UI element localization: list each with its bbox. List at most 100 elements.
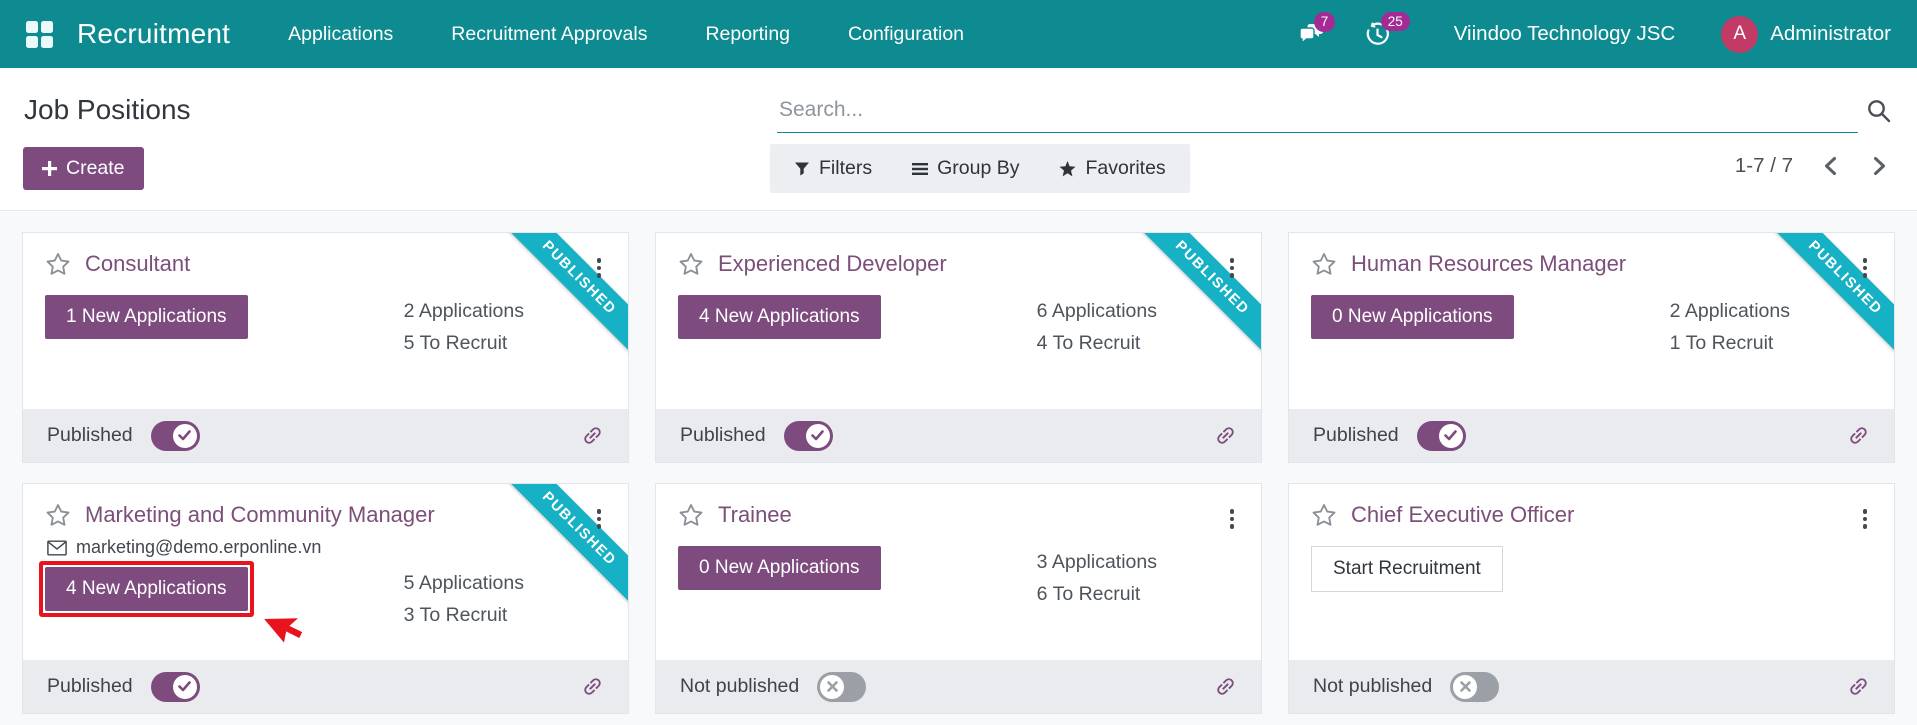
- menu-recruitment-approvals[interactable]: Recruitment Approvals: [451, 23, 647, 46]
- check-icon: [172, 674, 197, 699]
- job-title-link[interactable]: Experienced Developer: [718, 251, 947, 277]
- new-applications-button[interactable]: 4 New Applications: [45, 567, 248, 611]
- app-brand-title[interactable]: Recruitment: [77, 18, 230, 50]
- messages-button[interactable]: 7: [1298, 12, 1336, 46]
- tutorial-highlight-box: 4 New Applications: [39, 561, 302, 643]
- kebab-menu-icon[interactable]: [1227, 255, 1238, 281]
- favorites-label: Favorites: [1085, 157, 1166, 179]
- kanban-grid: PUBLISHED Consultant 1 New Applications …: [22, 232, 1895, 714]
- apps-menu-icon[interactable]: [26, 20, 53, 48]
- job-title-link[interactable]: Chief Executive Officer: [1351, 502, 1574, 528]
- kebab-menu-icon[interactable]: [1227, 506, 1238, 532]
- pager-range: 1-7 / 7: [1734, 154, 1793, 177]
- new-applications-button[interactable]: 4 New Applications: [678, 295, 881, 339]
- website-link-icon[interactable]: [576, 670, 609, 703]
- applications-count-link[interactable]: 5 Applications: [404, 567, 524, 599]
- pager-previous-button[interactable]: [1819, 152, 1842, 180]
- job-card-consultant[interactable]: PUBLISHED Consultant 1 New Applications …: [22, 232, 629, 463]
- activities-button[interactable]: 25: [1365, 11, 1410, 47]
- check-icon: [805, 423, 830, 448]
- search-input[interactable]: [777, 92, 1858, 133]
- job-title-link[interactable]: Human Resources Manager: [1351, 251, 1626, 277]
- favorite-star-icon[interactable]: [45, 503, 71, 528]
- user-menu[interactable]: A Administrator: [1721, 15, 1891, 53]
- kebab-menu-icon[interactable]: [594, 255, 605, 281]
- start-recruitment-button[interactable]: Start Recruitment: [1311, 546, 1503, 592]
- job-card-experienced-developer[interactable]: PUBLISHED Experienced Developer 4 New Ap…: [655, 232, 1262, 463]
- plus-icon: [42, 161, 57, 176]
- card-main: Chief Executive Officer Start Recruitmen…: [1289, 484, 1894, 660]
- applications-count-link[interactable]: 3 Applications: [1037, 546, 1157, 578]
- new-applications-button[interactable]: 1 New Applications: [45, 295, 248, 339]
- card-header: Experienced Developer: [678, 251, 1239, 278]
- job-card-ceo[interactable]: Chief Executive Officer Start Recruitmen…: [1288, 483, 1895, 714]
- job-card-marketing-manager[interactable]: PUBLISHED Marketing and Community Manage…: [22, 483, 629, 714]
- bars-icon: [912, 162, 929, 175]
- publish-status-label: Published: [47, 424, 133, 446]
- company-switcher[interactable]: Viindoo Technology JSC: [1454, 22, 1675, 46]
- kebab-menu-icon[interactable]: [1860, 506, 1871, 532]
- cross-icon: [820, 674, 845, 699]
- job-title-link[interactable]: Marketing and Community Manager: [85, 502, 435, 528]
- activities-badge: 25: [1380, 11, 1410, 31]
- publish-toggle[interactable]: [150, 671, 200, 702]
- job-card-trainee[interactable]: Trainee 0 New Applications 3 Application…: [655, 483, 1262, 714]
- publish-status-label: Published: [680, 424, 766, 446]
- publish-toggle[interactable]: [783, 420, 833, 451]
- to-recruit-count-link[interactable]: 3 To Recruit: [404, 599, 524, 631]
- applications-count-link[interactable]: 6 Applications: [1037, 295, 1157, 327]
- menu-configuration[interactable]: Configuration: [848, 23, 964, 46]
- card-header: Marketing and Community Manager: [45, 502, 606, 529]
- pager-next-button[interactable]: [1868, 152, 1891, 180]
- job-card-hr-manager[interactable]: PUBLISHED Human Resources Manager 0 New …: [1288, 232, 1895, 463]
- create-button[interactable]: Create: [23, 147, 144, 190]
- card-footer: Published: [656, 409, 1261, 462]
- card-header: Chief Executive Officer: [1311, 502, 1872, 529]
- red-arrow-pointer-icon: [263, 604, 305, 649]
- to-recruit-count-link[interactable]: 4 To Recruit: [1037, 327, 1157, 359]
- website-link-icon[interactable]: [1842, 419, 1875, 452]
- favorites-button[interactable]: Favorites: [1059, 157, 1166, 180]
- card-stats: 3 Applications 6 To Recruit: [1037, 546, 1157, 610]
- kebab-menu-icon[interactable]: [594, 506, 605, 532]
- website-link-icon[interactable]: [1209, 419, 1242, 452]
- to-recruit-count-link[interactable]: 5 To Recruit: [404, 327, 524, 359]
- to-recruit-count-link[interactable]: 1 To Recruit: [1670, 327, 1790, 359]
- search-icon[interactable]: [1866, 98, 1892, 129]
- favorite-star-icon[interactable]: [678, 503, 704, 528]
- user-name: Administrator: [1770, 22, 1891, 45]
- menu-applications[interactable]: Applications: [288, 23, 393, 46]
- publish-status-label: Not published: [1313, 675, 1433, 697]
- filters-button[interactable]: Filters: [794, 157, 872, 180]
- job-title-link[interactable]: Trainee: [718, 502, 792, 528]
- group-by-label: Group By: [937, 157, 1020, 179]
- publish-toggle[interactable]: [150, 420, 200, 451]
- card-header: Trainee: [678, 502, 1239, 529]
- favorite-star-icon[interactable]: [45, 252, 71, 277]
- applications-count-link[interactable]: 2 Applications: [404, 295, 524, 327]
- new-applications-button[interactable]: 0 New Applications: [1311, 295, 1514, 339]
- to-recruit-count-link[interactable]: 6 To Recruit: [1037, 578, 1157, 610]
- job-title-link[interactable]: Consultant: [85, 251, 190, 277]
- menu-reporting[interactable]: Reporting: [705, 23, 790, 46]
- avatar: A: [1721, 15, 1759, 53]
- website-link-icon[interactable]: [1842, 670, 1875, 703]
- website-link-icon[interactable]: [1209, 670, 1242, 703]
- recruitment-kanban-page: Recruitment Applications Recruitment App…: [0, 0, 1917, 725]
- new-applications-button[interactable]: 0 New Applications: [678, 546, 881, 590]
- favorite-star-icon[interactable]: [1311, 252, 1337, 277]
- publish-toggle[interactable]: [817, 671, 867, 702]
- applications-count-link[interactable]: 2 Applications: [1670, 295, 1790, 327]
- job-email[interactable]: marketing@demo.erponline.vn: [76, 537, 321, 558]
- publish-toggle[interactable]: [1450, 671, 1500, 702]
- publish-toggle[interactable]: [1416, 420, 1466, 451]
- kebab-menu-icon[interactable]: [1860, 255, 1871, 281]
- main-menu: Applications Recruitment Approvals Repor…: [288, 23, 964, 46]
- card-stats: 5 Applications 3 To Recruit: [404, 567, 524, 631]
- create-button-label: Create: [66, 157, 125, 179]
- search-options-bar: Filters Group By Favorites: [770, 144, 1190, 193]
- website-link-icon[interactable]: [576, 419, 609, 452]
- group-by-button[interactable]: Group By: [912, 157, 1019, 180]
- favorite-star-icon[interactable]: [678, 252, 704, 277]
- favorite-star-icon[interactable]: [1311, 503, 1337, 528]
